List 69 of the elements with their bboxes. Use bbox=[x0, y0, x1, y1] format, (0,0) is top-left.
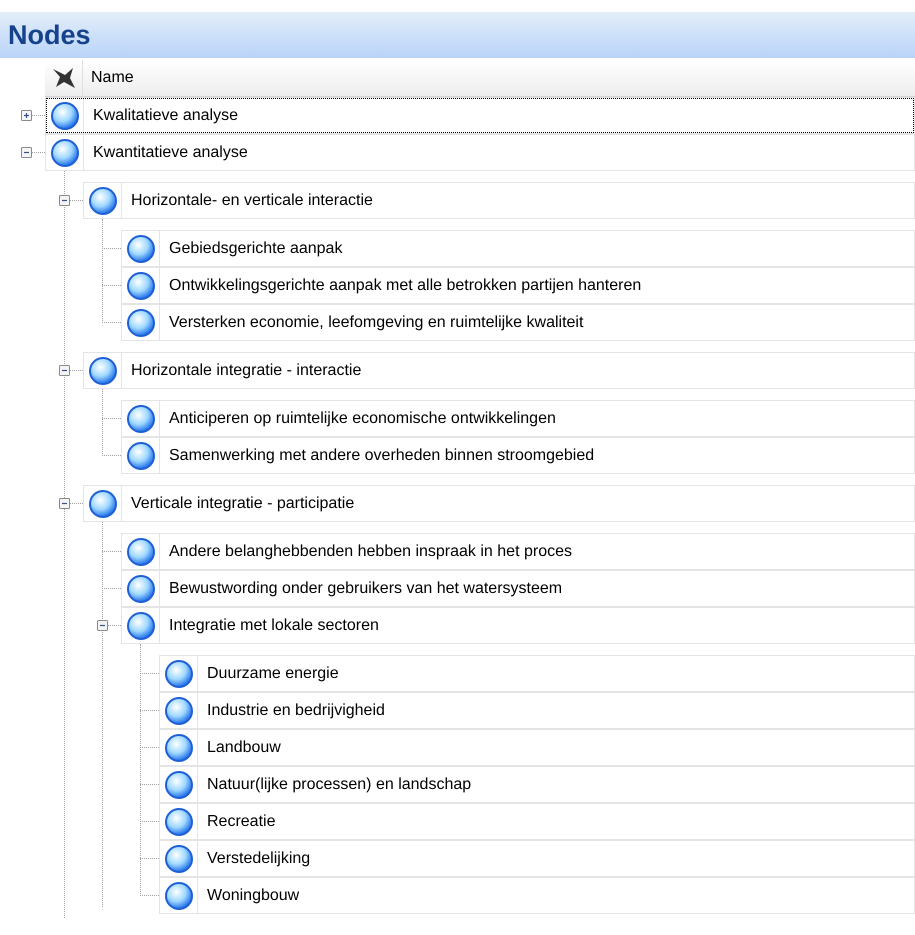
tree-node[interactable]: Verticale integratie - participatie bbox=[83, 485, 915, 522]
node-icon bbox=[126, 404, 156, 434]
tree-node[interactable]: Industrie en bedrijvigheid bbox=[159, 692, 915, 729]
node-icon bbox=[126, 440, 156, 470]
node-icon bbox=[164, 696, 194, 726]
node-label: Verticale integratie - participatie bbox=[130, 494, 354, 514]
tree-node[interactable]: Recreatie bbox=[159, 803, 915, 840]
node-icon bbox=[88, 356, 118, 386]
tree-node[interactable]: Kwantitatieve analyse bbox=[45, 134, 915, 171]
node-icon bbox=[126, 574, 156, 604]
collapse-icon[interactable] bbox=[58, 365, 70, 376]
node-icon bbox=[88, 488, 118, 518]
panel-title: Nodes bbox=[0, 12, 915, 58]
node-label: Landbouw bbox=[206, 738, 281, 758]
tree-node[interactable]: Duurzame energie bbox=[159, 655, 915, 692]
tree-node[interactable]: Integratie met lokale sectoren bbox=[121, 607, 915, 644]
node-label: Samenwerking met andere overheden binnen stroomgebied bbox=[168, 446, 594, 466]
node-icon bbox=[164, 880, 194, 910]
node-icon bbox=[164, 770, 194, 800]
node-label: Ontwikkelingsgerichte aanpak met alle betrokken partijen hanteren bbox=[168, 276, 642, 296]
node-label: Horizontale integratie - interactie bbox=[130, 360, 362, 380]
tree-node[interactable]: Horizontale- en verticale interactie bbox=[83, 182, 915, 219]
node-icon bbox=[126, 536, 156, 566]
expand-icon[interactable] bbox=[20, 110, 32, 121]
node-label: Anticiperen op ruimtelijke economische ontwikkelingen bbox=[168, 408, 556, 428]
node-label: Industrie en bedrijvigheid bbox=[206, 700, 385, 720]
node-label: Woningbouw bbox=[206, 886, 300, 906]
node-icon bbox=[164, 732, 194, 762]
tree-node[interactable]: Woningbouw bbox=[159, 877, 915, 914]
node-icon bbox=[164, 658, 194, 688]
node-label: Recreatie bbox=[206, 812, 276, 832]
node-label: Bewustwording onder gebruikers van het watersysteem bbox=[168, 578, 562, 598]
tree-node[interactable]: Anticiperen op ruimtelijke economische ontwikkelingen bbox=[121, 400, 915, 437]
node-label: Horizontale- en verticale interactie bbox=[130, 190, 373, 210]
node-label: Verstedelijking bbox=[206, 848, 310, 868]
collapse-icon[interactable] bbox=[58, 195, 70, 206]
tree-node[interactable]: Andere belanghebbenden hebben inspraak in het proces bbox=[121, 533, 915, 570]
node-label: Andere belanghebbenden hebben inspraak in het proces bbox=[168, 542, 572, 562]
node-icon bbox=[164, 806, 194, 836]
tree-node[interactable]: Versterken economie, leefomgeving en ruimtelijke kwaliteit bbox=[121, 304, 915, 341]
tree-node[interactable]: Natuur(lijke processen) en landschap bbox=[159, 766, 915, 803]
collapse-icon[interactable] bbox=[96, 620, 108, 631]
node-icon bbox=[164, 844, 194, 874]
tree-node[interactable]: Bewustwording onder gebruikers van het watersysteem bbox=[121, 570, 915, 607]
column-header[interactable]: Name bbox=[83, 60, 134, 96]
node-label: Gebiedsgerichte aanpak bbox=[168, 238, 342, 258]
node-label: Kwalitatieve analyse bbox=[92, 106, 238, 126]
node-icon bbox=[126, 270, 156, 300]
node-icon bbox=[50, 138, 80, 168]
node-icon bbox=[126, 308, 156, 338]
node-label: Integratie met lokale sectoren bbox=[168, 616, 379, 636]
node-icon bbox=[126, 610, 156, 640]
tree-node[interactable]: Landbouw bbox=[159, 729, 915, 766]
tree-node[interactable]: Verstedelijking bbox=[159, 840, 915, 877]
tree-node[interactable]: Samenwerking met andere overheden binnen stroomgebied bbox=[121, 437, 915, 474]
tree-node[interactable]: Kwalitatieve analyse bbox=[45, 97, 915, 134]
node-icon bbox=[88, 186, 118, 216]
node-label: Natuur(lijke processen) en landschap bbox=[206, 774, 472, 794]
collapse-icon[interactable] bbox=[58, 498, 70, 509]
tree-node[interactable]: Horizontale integratie - interactie bbox=[83, 352, 915, 389]
node-icon bbox=[50, 100, 80, 130]
node-label: Duurzame energie bbox=[206, 664, 339, 684]
node-label: Kwantitatieve analyse bbox=[92, 142, 248, 162]
node-label: Versterken economie, leefomgeving en ruimtelijke kwaliteit bbox=[168, 312, 584, 332]
tree-node[interactable]: Ontwikkelingsgerichte aanpak met alle betrokken partijen hanteren bbox=[121, 267, 915, 304]
node-icon bbox=[126, 234, 156, 264]
pin-icon bbox=[50, 66, 76, 90]
tree-node[interactable]: Gebiedsgerichte aanpak bbox=[121, 230, 915, 267]
collapse-icon[interactable] bbox=[20, 147, 32, 158]
